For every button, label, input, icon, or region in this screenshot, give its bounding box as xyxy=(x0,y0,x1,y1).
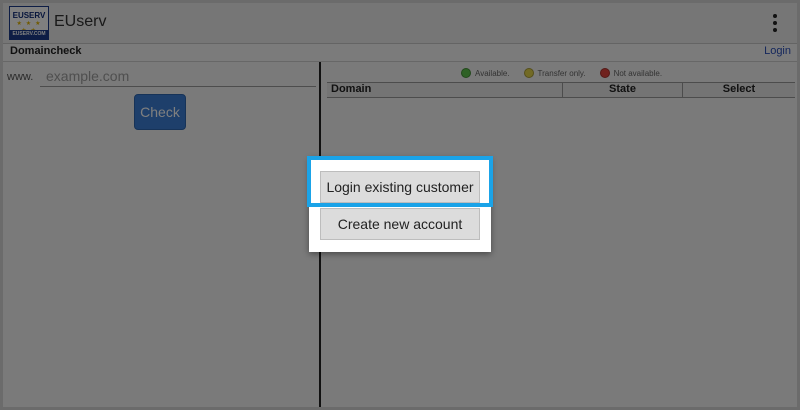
login-existing-customer-button[interactable]: Login existing customer xyxy=(320,171,480,203)
create-new-account-button[interactable]: Create new account xyxy=(320,208,480,240)
account-dialog: Login existing customer Create new accou… xyxy=(309,157,491,252)
